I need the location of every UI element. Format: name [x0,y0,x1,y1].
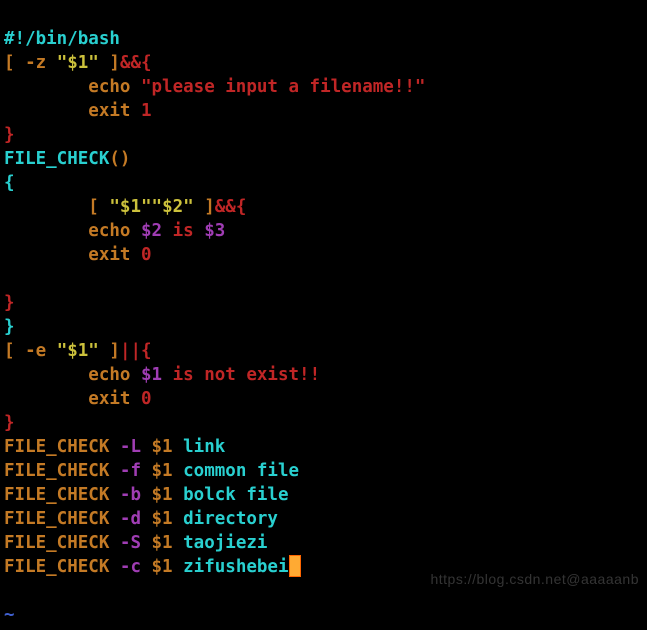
vim-tilde: ~ [4,605,15,625]
cursor-icon [289,555,301,577]
func-name: FILE_CHECK [4,149,109,169]
watermark-text: https://blog.csdn.net@aaaaanb [430,567,639,591]
bracket-open: [ [4,53,15,73]
shebang: #!/bin/bash [4,29,120,49]
code-block: #!/bin/bash [ -z "$1" ]&&{ echo "please … [0,0,647,630]
